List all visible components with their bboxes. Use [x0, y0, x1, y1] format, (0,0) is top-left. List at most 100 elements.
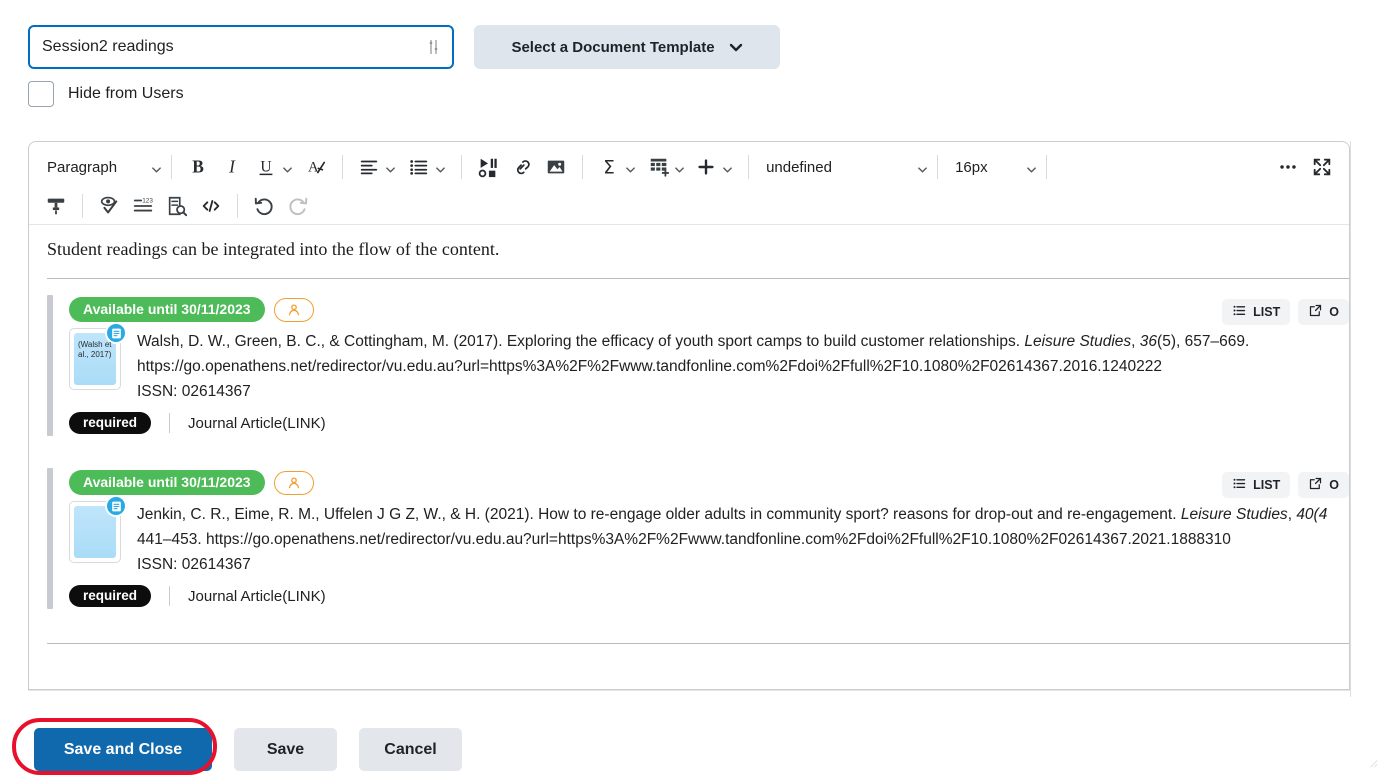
person-icon[interactable]: [273, 297, 314, 322]
table-icon[interactable]: [642, 151, 676, 183]
citation-issn: ISSN: 02614367: [137, 556, 251, 573]
save-button[interactable]: Save: [234, 728, 337, 771]
resize-corner-icon[interactable]: [1367, 755, 1378, 773]
svg-text:U: U: [260, 159, 271, 176]
accessibility-check-icon[interactable]: [92, 190, 126, 222]
required-badge: required: [69, 412, 152, 434]
toolbar-divider: [937, 155, 939, 179]
editor-toolbar-row-2: 123: [29, 187, 1349, 225]
reading-actions: LIST O: [1222, 299, 1349, 325]
resource-type: Journal Article: [188, 587, 283, 605]
open-action-label: O: [1329, 478, 1339, 492]
status-badge: Available until 30/11/2023: [69, 470, 265, 495]
citation-issue-pages: (5), 657–669.: [1157, 333, 1250, 350]
person-icon[interactable]: [273, 470, 314, 495]
open-action-button[interactable]: O: [1298, 299, 1349, 325]
code-icon[interactable]: [194, 190, 228, 222]
toolbar-divider: [237, 193, 238, 218]
format-eraser-icon[interactable]: A: [299, 151, 333, 183]
reading-body: (Walsh et al., 2017) Walsh, D. W., Green…: [69, 322, 1349, 404]
document-search-icon[interactable]: [160, 190, 194, 222]
format-painter-icon[interactable]: [39, 190, 73, 222]
image-icon[interactable]: [539, 151, 573, 183]
readings-list-widget: Available until 30/11/2023 (Walsh et al.…: [47, 278, 1349, 644]
sigma-icon[interactable]: Σ: [592, 151, 642, 183]
toolbar-divider: [342, 155, 344, 179]
chevron-down-icon[interactable]: [435, 162, 446, 173]
citation-url[interactable]: https://go.openathens.net/redirector/vu.…: [137, 354, 1349, 379]
reading-item: Available until 30/11/2023 Jenkin, C. R.…: [47, 462, 1349, 615]
list-action-button[interactable]: LIST: [1222, 472, 1291, 498]
reading-status-row: Available until 30/11/2023: [69, 297, 1349, 322]
list-action-label: LIST: [1253, 305, 1281, 319]
chevron-down-icon[interactable]: [674, 162, 685, 173]
hide-from-users-label: Hide from Users: [68, 85, 184, 102]
citation-volume: 40(4: [1296, 506, 1328, 523]
paragraph-style-value: Paragraph: [47, 158, 118, 176]
font-size-value: 16px: [955, 158, 988, 176]
font-family-select[interactable]: undefined: [758, 151, 928, 183]
reading-thumbnail[interactable]: [69, 495, 127, 577]
hide-from-users-checkbox[interactable]: [28, 81, 54, 107]
resource-type: Journal Article: [188, 414, 283, 432]
cancel-button[interactable]: Cancel: [359, 728, 462, 771]
chevron-down-icon[interactable]: [625, 162, 636, 173]
underline-button[interactable]: U: [249, 151, 299, 183]
document-badge-icon: [105, 495, 127, 517]
rich-text-editor: Paragraph B I U A Σ undefined 16px 123 S…: [28, 141, 1350, 690]
toolbar-divider: [82, 193, 83, 218]
link-icon[interactable]: [505, 151, 539, 183]
required-badge: required: [69, 585, 152, 607]
editor-toolbar-row-1: Paragraph B I U A Σ undefined 16px: [29, 147, 1349, 187]
font-family-value: undefined: [766, 158, 832, 176]
svg-text:123: 123: [142, 197, 153, 204]
footer-bar: Save and Close Save Cancel: [0, 697, 1380, 775]
citation-url[interactable]: 441–453. https://go.openathens.net/redir…: [137, 527, 1349, 552]
citation-text: Walsh, D. W., Green, B. C., & Cottingham…: [137, 328, 1349, 404]
plus-icon[interactable]: [689, 151, 739, 183]
ellipsis-icon[interactable]: [1271, 151, 1305, 183]
citation-issn: ISSN: 02614367: [137, 383, 251, 400]
select-document-template-button[interactable]: Select a Document Template: [474, 25, 780, 69]
editor-bottom-border: [28, 690, 1350, 691]
list-icon: [1232, 303, 1247, 321]
paragraph-style-select[interactable]: Paragraph: [39, 151, 162, 183]
chevron-down-icon: [729, 40, 743, 54]
open-action-button[interactable]: O: [1298, 472, 1349, 498]
bulleted-list-icon[interactable]: [402, 151, 452, 183]
select-document-template-label: Select a Document Template: [511, 38, 715, 56]
media-icon[interactable]: [471, 151, 505, 183]
resize-grip-icon[interactable]: [428, 38, 440, 56]
footer-divider: [169, 586, 171, 606]
title-row: Session2 readings Select a Document Temp…: [28, 25, 780, 69]
chevron-down-icon[interactable]: [282, 162, 293, 173]
reading-thumbnail[interactable]: (Walsh et al., 2017): [69, 322, 127, 404]
chevron-down-icon: [151, 162, 162, 173]
reading-footer: required Journal Article (LINK): [69, 585, 1349, 607]
list-action-label: LIST: [1253, 478, 1281, 492]
editor-content-area[interactable]: Student readings can be integrated into …: [29, 225, 1349, 688]
chevron-down-icon[interactable]: [722, 162, 733, 173]
undo-icon[interactable]: [247, 190, 281, 222]
list-action-button[interactable]: LIST: [1222, 299, 1291, 325]
font-size-select[interactable]: 16px: [947, 151, 1037, 183]
align-left-icon[interactable]: [352, 151, 402, 183]
chevron-down-icon[interactable]: [385, 162, 396, 173]
word-count-icon[interactable]: 123: [126, 190, 160, 222]
expand-icon[interactable]: [1305, 151, 1339, 183]
reading-footer: required Journal Article (LINK): [69, 412, 1349, 434]
citation-authors-title: Jenkin, C. R., Eime, R. M., Uffelen J G …: [137, 506, 1181, 523]
bold-button[interactable]: B: [181, 151, 215, 183]
toolbar-divider: [748, 155, 750, 179]
external-link-icon: [1308, 476, 1323, 494]
italic-button[interactable]: I: [215, 151, 249, 183]
toolbar-divider: [171, 155, 173, 179]
save-and-close-button[interactable]: Save and Close: [34, 728, 212, 771]
svg-text:A: A: [308, 160, 319, 176]
title-input[interactable]: Session2 readings: [28, 25, 454, 69]
svg-text:I: I: [228, 157, 236, 177]
content-paragraph: Student readings can be integrated into …: [47, 239, 500, 259]
open-action-label: O: [1329, 305, 1339, 319]
citation-line-1: Jenkin, C. R., Eime, R. M., Uffelen J G …: [137, 502, 1349, 527]
resource-link-tag: (LINK): [282, 414, 326, 432]
